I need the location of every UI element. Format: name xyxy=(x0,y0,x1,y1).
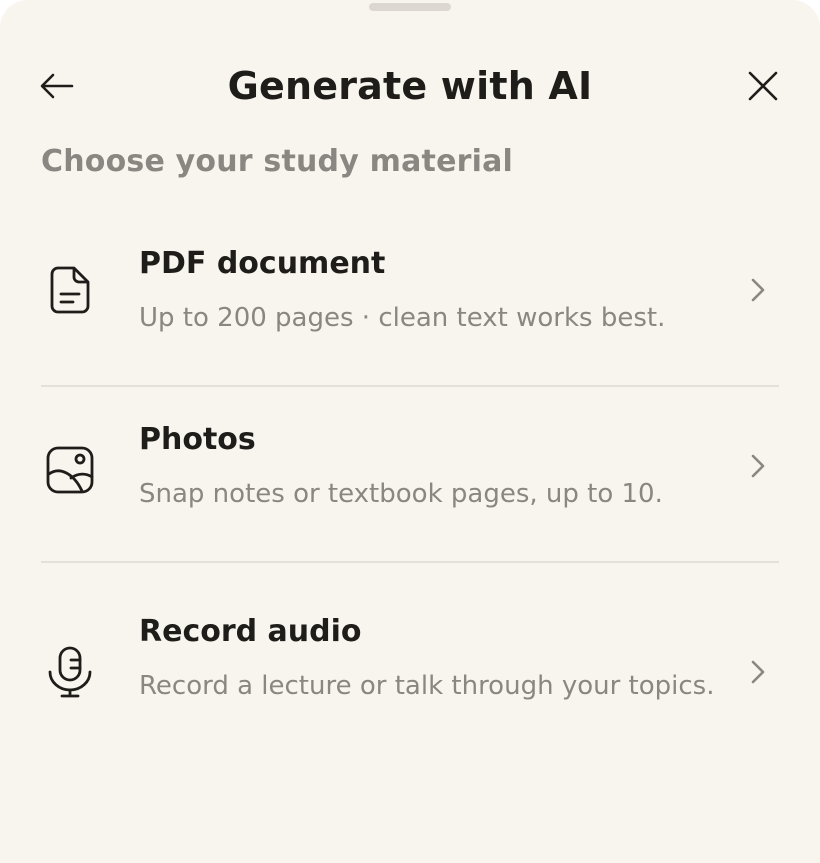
option-text: Record audio Record a lecture or talk th… xyxy=(139,612,719,707)
divider xyxy=(41,561,779,563)
option-label: PDF document xyxy=(139,246,386,281)
sheet-title: Generate with AI xyxy=(227,64,593,108)
close-button[interactable] xyxy=(736,59,790,113)
photo-icon xyxy=(46,446,94,494)
option-text: PDF document Up to 200 pages · clean tex… xyxy=(139,244,719,339)
option-pdf-document[interactable]: PDF document Up to 200 pages · clean tex… xyxy=(0,210,820,387)
option-record-audio[interactable]: Record audio Record a lecture or talk th… xyxy=(0,582,820,802)
option-text: Photos Snap notes or textbook pages, up … xyxy=(139,420,719,515)
option-photos[interactable]: Photos Snap notes or textbook pages, up … xyxy=(0,386,820,582)
document-icon xyxy=(50,266,90,314)
sheet-header: Generate with AI xyxy=(0,50,820,124)
bottom-sheet: Generate with AI Choose your study mater… xyxy=(0,0,820,863)
close-icon xyxy=(748,71,778,101)
sheet-grabber[interactable] xyxy=(369,3,451,11)
section-label: Choose your study material xyxy=(41,144,514,179)
option-description: Up to 200 pages · clean text works best. xyxy=(139,303,666,333)
option-description: Snap notes or textbook pages, up to 10. xyxy=(139,479,663,509)
option-description: Record a lecture or talk through your to… xyxy=(139,671,715,701)
chevron-right-icon xyxy=(751,278,765,302)
option-label: Photos xyxy=(139,422,256,457)
chevron-right-icon xyxy=(751,454,765,478)
option-label: Record audio xyxy=(139,614,362,649)
study-material-list: PDF document Up to 200 pages · clean tex… xyxy=(0,210,820,802)
microphone-icon xyxy=(48,646,92,698)
chevron-right-icon xyxy=(751,660,765,684)
